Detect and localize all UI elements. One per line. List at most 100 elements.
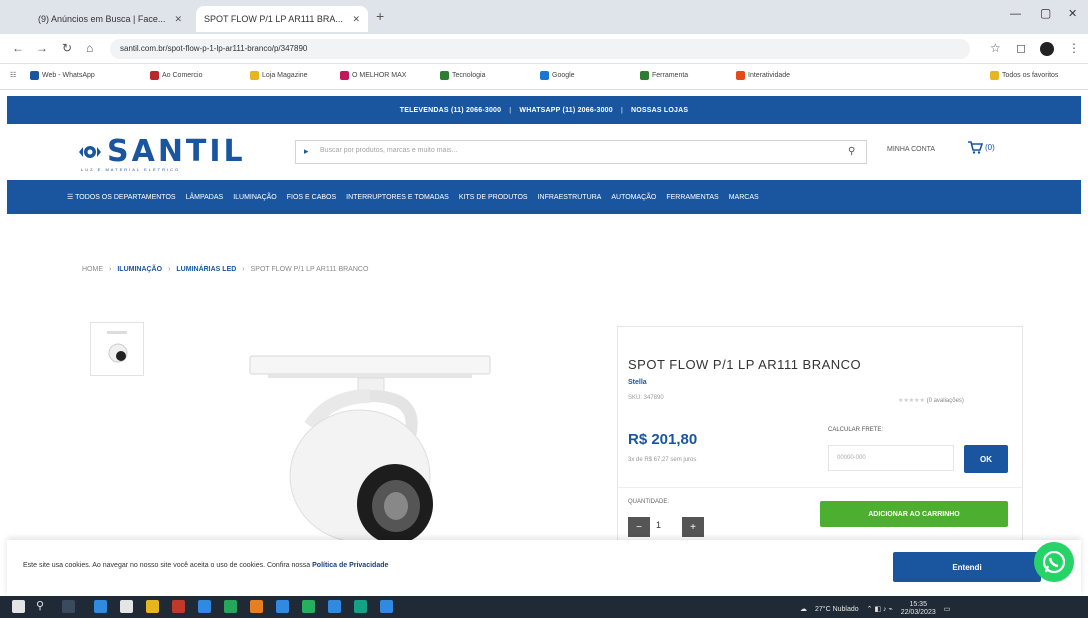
clock[interactable]: 15:35 22/03/2023 — [901, 601, 936, 617]
quantity-input[interactable]: 1 — [656, 520, 661, 530]
app-icon[interactable] — [250, 600, 263, 613]
app-icon[interactable] — [328, 600, 341, 613]
account-label: MINHA CONTA — [887, 146, 936, 153]
product-title: SPOT FLOW P/1 LP AR111 BRANCO — [628, 357, 862, 372]
app-icon[interactable] — [302, 600, 315, 613]
whatsapp-button[interactable] — [1034, 542, 1074, 582]
app-icon[interactable] — [354, 600, 367, 613]
url-input[interactable]: santil.com.br/spot-flow-p-1-lp-ar111-bra… — [110, 39, 970, 59]
back-icon[interactable]: ← — [12, 41, 24, 55]
cookie-accept-button[interactable]: Entendi — [893, 552, 1041, 582]
breadcrumb-iluminacao[interactable]: ILUMINAÇÃO — [117, 266, 162, 273]
add-to-cart-label: ADICIONAR AO CARRINHO — [868, 510, 960, 518]
weather-icon[interactable]: ☁ — [800, 605, 807, 613]
televendas-link[interactable]: TELEVENDAS (11) 2066-3000 — [400, 107, 502, 114]
new-tab-icon[interactable]: + — [376, 8, 384, 24]
minimize-icon[interactable]: — — [1010, 8, 1021, 20]
bookmark-item[interactable]: Loja Magazine — [250, 71, 308, 80]
edge-icon[interactable] — [94, 600, 107, 613]
cep-input[interactable]: 00000-000 — [828, 445, 954, 471]
calculate-shipping-button[interactable]: OK — [964, 445, 1008, 473]
nav-item-lampadas[interactable]: LÂMPADAS — [186, 194, 224, 201]
home-icon[interactable]: ⌂ — [86, 41, 93, 55]
app-icon[interactable] — [172, 600, 185, 613]
bookmark-item[interactable]: O MELHOR MAX — [340, 71, 406, 80]
browser-tab[interactable]: (9) Anúncios em Busca | Face... ✕ — [30, 6, 190, 32]
whatsapp-link[interactable]: WHATSAPP (11) 2066-3000 — [519, 107, 612, 114]
thumbnail-image — [107, 331, 128, 363]
nav-item-fios[interactable]: FIOS E CABOS — [287, 194, 336, 201]
maximize-icon[interactable]: ▢ — [1040, 6, 1051, 20]
product-sku: SKU: 347890 — [628, 395, 664, 401]
nav-item-interruptores[interactable]: INTERRUPTORES E TOMADAS — [346, 194, 449, 201]
url-text: santil.com.br/spot-flow-p-1-lp-ar111-bra… — [120, 44, 308, 53]
tab-label: (9) Anúncios em Busca | Face... — [38, 14, 166, 24]
bookmark-item[interactable]: Google — [540, 71, 575, 80]
bookmark-item[interactable]: Interatividade — [736, 71, 790, 80]
other-bookmarks[interactable]: Todos os favoritos — [990, 71, 1058, 80]
app-icon[interactable] — [224, 600, 237, 613]
app-icon[interactable] — [380, 600, 393, 613]
store-icon[interactable] — [120, 600, 133, 613]
privacy-policy-link[interactable]: Política de Privacidade — [312, 562, 388, 569]
cookie-consent-bar: Este site usa cookies. Ao navegar no nos… — [7, 540, 1081, 596]
product-thumbnail[interactable] — [90, 322, 144, 376]
product-brand[interactable]: Stella — [628, 379, 647, 386]
apps-icon[interactable]: ☷ — [10, 71, 16, 79]
bookmark-item[interactable]: Ao Comercio — [150, 71, 202, 80]
bookmark-item[interactable]: Web - WhatsApp — [30, 71, 95, 80]
search-icon[interactable]: ⚲ — [36, 599, 44, 612]
quantity-increase-button[interactable]: + — [682, 517, 704, 537]
nav-item-departments[interactable]: ☰ TODOS OS DEPARTAMENTOS — [67, 193, 176, 201]
close-icon[interactable]: ✕ — [174, 14, 182, 25]
menu-arrow-icon[interactable]: ▸ — [304, 146, 309, 157]
quantity-decrease-button[interactable]: − — [628, 517, 650, 537]
bookmark-star-icon[interactable]: ☆ — [990, 41, 1001, 55]
breadcrumb-current: SPOT FLOW P/1 LP AR111 BRANCO — [250, 266, 369, 273]
tray-icons[interactable]: ⌃ ◧ ♪ ⌁ — [867, 605, 893, 613]
santil-logo[interactable]: SANTIL LUZ E MATERIAL ELÉTRICO — [77, 134, 246, 172]
window-close-icon[interactable]: ✕ — [1068, 7, 1077, 20]
profile-avatar[interactable] — [1040, 42, 1054, 56]
menu-icon[interactable]: ⋮ — [1068, 41, 1080, 55]
nav-item-infraestrutura[interactable]: INFRAESTRUTURA — [538, 194, 602, 201]
task-view-icon[interactable] — [62, 600, 75, 613]
breadcrumb-home[interactable]: HOME — [82, 266, 103, 273]
search-icon[interactable]: ⚲ — [848, 146, 855, 157]
divider — [618, 487, 1022, 488]
whatsapp-icon — [1042, 550, 1066, 574]
forward-icon[interactable]: → — [36, 41, 48, 55]
reload-icon[interactable]: ↻ — [62, 41, 72, 55]
clock-time: 15:35 — [909, 601, 927, 608]
quantity-label: QUANTIDADE: — [628, 499, 670, 505]
ok-label: OK — [980, 454, 992, 464]
nav-item-kits[interactable]: KITS DE PRODUTOS — [459, 194, 528, 201]
cart-button[interactable]: (0) — [967, 140, 995, 154]
reviews-count: (0 avaliações) — [926, 398, 964, 404]
close-icon[interactable]: ✕ — [352, 14, 360, 25]
breadcrumb-luminarias[interactable]: LUMINÁRIAS LED — [176, 266, 236, 273]
explorer-icon[interactable] — [146, 600, 159, 613]
cep-placeholder: 00000-000 — [837, 455, 866, 461]
bookmark-item[interactable]: Ferramenta — [640, 71, 688, 80]
search-input[interactable]: Buscar por produtos, marcas e muito mais… — [320, 147, 457, 154]
bookmark-item[interactable]: Tecnologia — [440, 71, 485, 80]
nav-item-automacao[interactable]: AUTOMAÇÃO — [611, 194, 656, 201]
nav-item-iluminacao[interactable]: ILUMINAÇÃO — [233, 194, 277, 201]
weather-text[interactable]: 27°C Nublado — [815, 606, 859, 613]
start-icon[interactable] — [12, 600, 25, 613]
product-image[interactable] — [240, 346, 500, 542]
notifications-icon[interactable]: ▭ — [944, 605, 951, 613]
chrome-icon[interactable] — [276, 600, 289, 613]
browser-tab-active[interactable]: SPOT FLOW P/1 LP AR111 BRA... ✕ — [196, 6, 368, 32]
extensions-icon[interactable]: ◻ — [1016, 41, 1026, 55]
nav-item-marcas[interactable]: MARCAS — [729, 194, 759, 201]
add-to-cart-button[interactable]: ADICIONAR AO CARRINHO — [820, 501, 1008, 527]
nav-item-ferramentas[interactable]: FERRAMENTAS — [666, 194, 718, 201]
product-rating[interactable]: ★★★★★ (0 avaliações) — [898, 397, 964, 404]
account-link[interactable]: MINHA CONTA — [887, 146, 935, 153]
app-icon[interactable] — [198, 600, 211, 613]
search-bar[interactable]: ▸ Buscar por produtos, marcas e muito ma… — [295, 140, 867, 164]
logo-text: SANTIL — [107, 134, 246, 169]
stores-link[interactable]: NOSSAS LOJAS — [631, 107, 688, 114]
